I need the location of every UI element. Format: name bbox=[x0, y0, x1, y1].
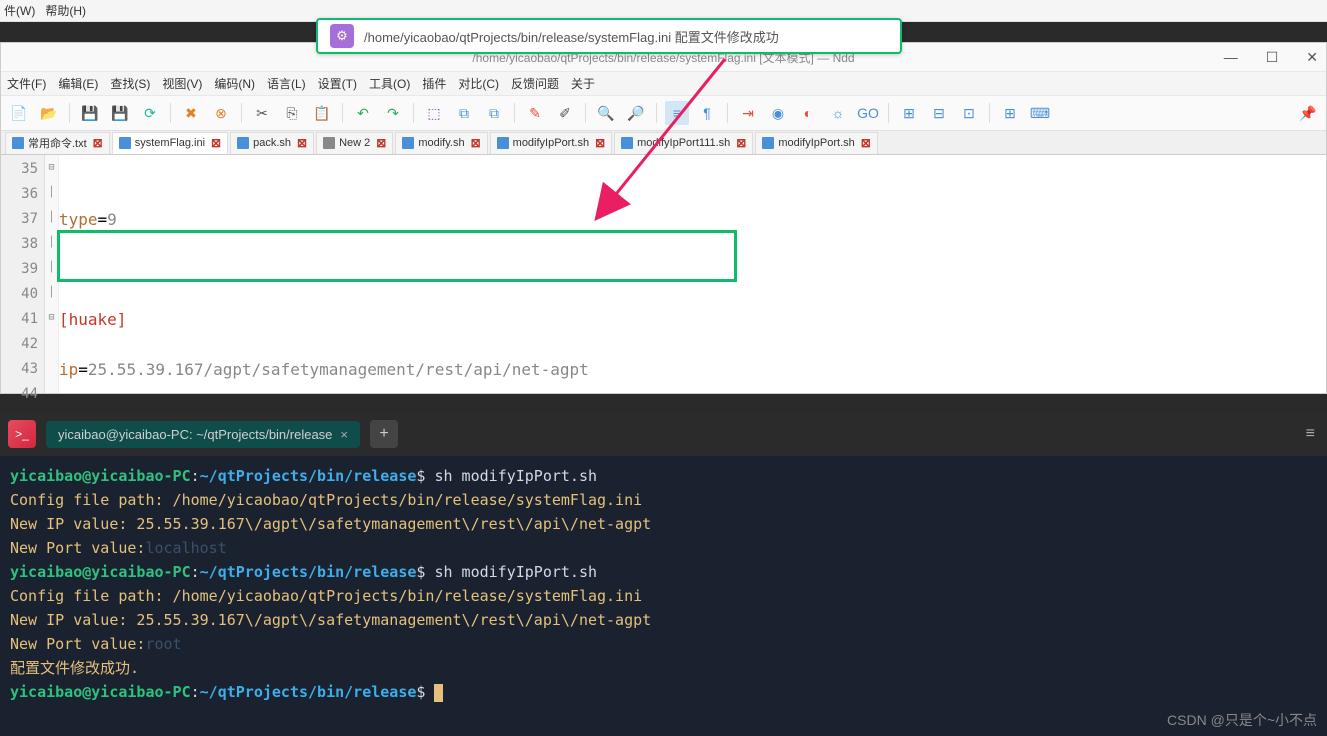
menu-view[interactable]: 视图(V) bbox=[162, 75, 202, 92]
editor-window: /home/yicaobao/qtProjects/bin/release/sy… bbox=[0, 42, 1327, 394]
layout3-icon[interactable]: ⊡ bbox=[957, 101, 981, 125]
theme-icon[interactable]: ☼ bbox=[826, 101, 850, 125]
menu-edit[interactable]: 编辑(E) bbox=[58, 75, 98, 92]
tab-modifyipport2[interactable]: modifyIpPort.sh⊠ bbox=[755, 132, 877, 154]
hamburger-icon[interactable]: ≡ bbox=[1306, 425, 1315, 443]
terminal-tab[interactable]: yicaibao@yicaibao-PC: ~/qtProjects/bin/r… bbox=[46, 421, 360, 448]
layout2-icon[interactable]: ⊟ bbox=[927, 101, 951, 125]
code-content[interactable]: type=9 [huake] ip=25.55.39.167/agpt/safe… bbox=[59, 155, 1326, 393]
editor-toolbar: 📄 📂 💾 💾 ⟳ ✖ ⊗ ✂ ⎘ 📋 ↶ ↷ ⬚ ⧉ ⧉ ✎ ✐ 🔍 🔎 ≡ … bbox=[1, 95, 1326, 131]
close-icon[interactable]: ⊠ bbox=[471, 136, 481, 150]
code-editor[interactable]: 35363738394041424344 ⊟│││││ ⊟ type=9 [hu… bbox=[1, 155, 1326, 393]
go-icon[interactable]: GO bbox=[856, 101, 880, 125]
tab-modifyipport[interactable]: modifyIpPort.sh⊠ bbox=[490, 132, 612, 154]
close-icon[interactable]: ⊠ bbox=[211, 136, 221, 150]
close-icon[interactable]: ⊠ bbox=[376, 136, 386, 150]
zoom-in-icon[interactable]: 🔍 bbox=[594, 101, 618, 125]
open-folder-icon[interactable]: 📂 bbox=[37, 101, 61, 125]
close-icon[interactable]: ✖ bbox=[179, 101, 203, 125]
tab-systemflag[interactable]: systemFlag.ini⊠ bbox=[112, 132, 228, 154]
menu-plugin[interactable]: 插件 bbox=[422, 75, 446, 92]
menu-file[interactable]: 文件(F) bbox=[7, 75, 46, 92]
undo-icon[interactable]: ↶ bbox=[351, 101, 375, 125]
close-icon[interactable]: ⊠ bbox=[736, 136, 746, 150]
menu-language[interactable]: 语言(L) bbox=[267, 75, 306, 92]
close-icon[interactable]: ⊠ bbox=[861, 136, 871, 150]
close-icon[interactable]: ⊠ bbox=[93, 136, 103, 150]
new-tab-button[interactable]: + bbox=[370, 420, 398, 448]
terminal-app-icon: >_ bbox=[8, 420, 36, 448]
reload-icon[interactable]: ⟳ bbox=[138, 101, 162, 125]
editor-tabs: 常用命令.txt⊠ systemFlag.ini⊠ pack.sh⊠ New 2… bbox=[1, 131, 1326, 155]
new-file-icon[interactable]: 📄 bbox=[7, 101, 31, 125]
save-icon[interactable]: 💾 bbox=[78, 101, 102, 125]
watermark: CSDN @只是个~小不点 bbox=[1167, 710, 1317, 730]
terminal-header: >_ yicaibao@yicaibao-PC: ~/qtProjects/bi… bbox=[0, 412, 1327, 456]
editor-menubar: 文件(F) 编辑(E) 查找(S) 视图(V) 编码(N) 语言(L) 设置(T… bbox=[1, 71, 1326, 95]
menu-find[interactable]: 查找(S) bbox=[110, 75, 150, 92]
gear-icon: ⚙ bbox=[330, 24, 354, 48]
close-icon[interactable]: ⊠ bbox=[297, 136, 307, 150]
menu-help[interactable]: 帮助(H) bbox=[45, 2, 86, 19]
terminal-window: >_ yicaibao@yicaibao-PC: ~/qtProjects/bi… bbox=[0, 412, 1327, 736]
menu-settings[interactable]: 设置(T) bbox=[318, 75, 357, 92]
close-icon[interactable]: ⊠ bbox=[595, 136, 605, 150]
eraser-icon[interactable]: ✐ bbox=[553, 101, 577, 125]
close-button[interactable]: ✕ bbox=[1306, 49, 1318, 66]
notification-toast: ⚙ /home/yicaobao/qtProjects/bin/release/… bbox=[316, 18, 902, 54]
zoom-out-icon[interactable]: 🔎 bbox=[624, 101, 648, 125]
maximize-button[interactable]: ☐ bbox=[1266, 49, 1279, 66]
pin-icon[interactable]: 📌 bbox=[1296, 101, 1320, 125]
line-gutter: 35363738394041424344 bbox=[1, 155, 45, 393]
layout1-icon[interactable]: ⊞ bbox=[897, 101, 921, 125]
close-all-icon[interactable]: ⊗ bbox=[209, 101, 233, 125]
copy-icon[interactable]: ⎘ bbox=[280, 101, 304, 125]
whitespace-icon[interactable]: ¶ bbox=[695, 101, 719, 125]
tab-modify[interactable]: modify.sh⊠ bbox=[395, 132, 487, 154]
fold-column[interactable]: ⊟│││││ ⊟ bbox=[45, 155, 59, 393]
split-icon[interactable]: ⊞ bbox=[998, 101, 1022, 125]
wrap-icon[interactable]: ≡ bbox=[665, 101, 689, 125]
tab-new2[interactable]: New 2⊠ bbox=[316, 132, 393, 154]
save-all-icon[interactable]: 💾 bbox=[108, 101, 132, 125]
tab-pack[interactable]: pack.sh⊠ bbox=[230, 132, 314, 154]
terminal-cursor bbox=[434, 684, 443, 702]
binary-icon[interactable]: ⬚ bbox=[422, 101, 446, 125]
terminal-body[interactable]: yicaibao@yicaibao-PC:~/qtProjects/bin/re… bbox=[0, 456, 1327, 712]
menu-file[interactable]: 件(W) bbox=[4, 2, 35, 19]
record-icon[interactable]: ◉ bbox=[766, 101, 790, 125]
compare-icon[interactable]: ⧉ bbox=[452, 101, 476, 125]
color-icon[interactable]: ◐ bbox=[796, 101, 820, 125]
menu-encoding[interactable]: 编码(N) bbox=[214, 75, 255, 92]
menu-tools[interactable]: 工具(O) bbox=[369, 75, 410, 92]
tab-commands[interactable]: 常用命令.txt⊠ bbox=[5, 132, 110, 154]
menu-feedback[interactable]: 反馈问题 bbox=[511, 75, 559, 92]
minimize-button[interactable]: — bbox=[1224, 49, 1238, 66]
menu-about[interactable]: 关于 bbox=[571, 75, 595, 92]
marker-icon[interactable]: ✎ bbox=[523, 101, 547, 125]
indent-icon[interactable]: ⇥ bbox=[736, 101, 760, 125]
notification-text: /home/yicaobao/qtProjects/bin/release/sy… bbox=[364, 27, 779, 46]
cut-icon[interactable]: ✂ bbox=[250, 101, 274, 125]
menu-compare[interactable]: 对比(C) bbox=[458, 75, 499, 92]
close-icon[interactable]: × bbox=[340, 427, 348, 442]
terminal-icon[interactable]: ⌨ bbox=[1028, 101, 1052, 125]
tab-modifyipport111[interactable]: modifyIpPort111.sh⊠ bbox=[614, 132, 753, 154]
redo-icon[interactable]: ↷ bbox=[381, 101, 405, 125]
paste-icon[interactable]: 📋 bbox=[310, 101, 334, 125]
folder-compare-icon[interactable]: ⧉ bbox=[482, 101, 506, 125]
